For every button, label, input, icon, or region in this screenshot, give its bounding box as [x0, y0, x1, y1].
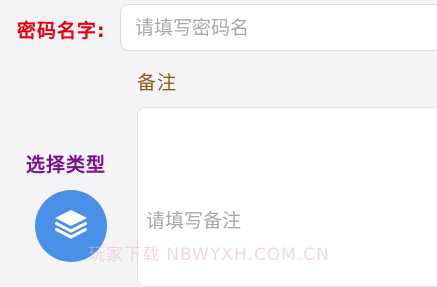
- password-name-label: 密码名字:: [17, 20, 106, 42]
- layers-icon: [55, 210, 87, 239]
- remark-textarea[interactable]: [137, 107, 437, 287]
- remark-label: 备注: [137, 72, 178, 94]
- select-type-button[interactable]: [35, 190, 107, 262]
- select-type-label: 选择类型: [26, 154, 107, 176]
- password-name-input[interactable]: [120, 4, 437, 51]
